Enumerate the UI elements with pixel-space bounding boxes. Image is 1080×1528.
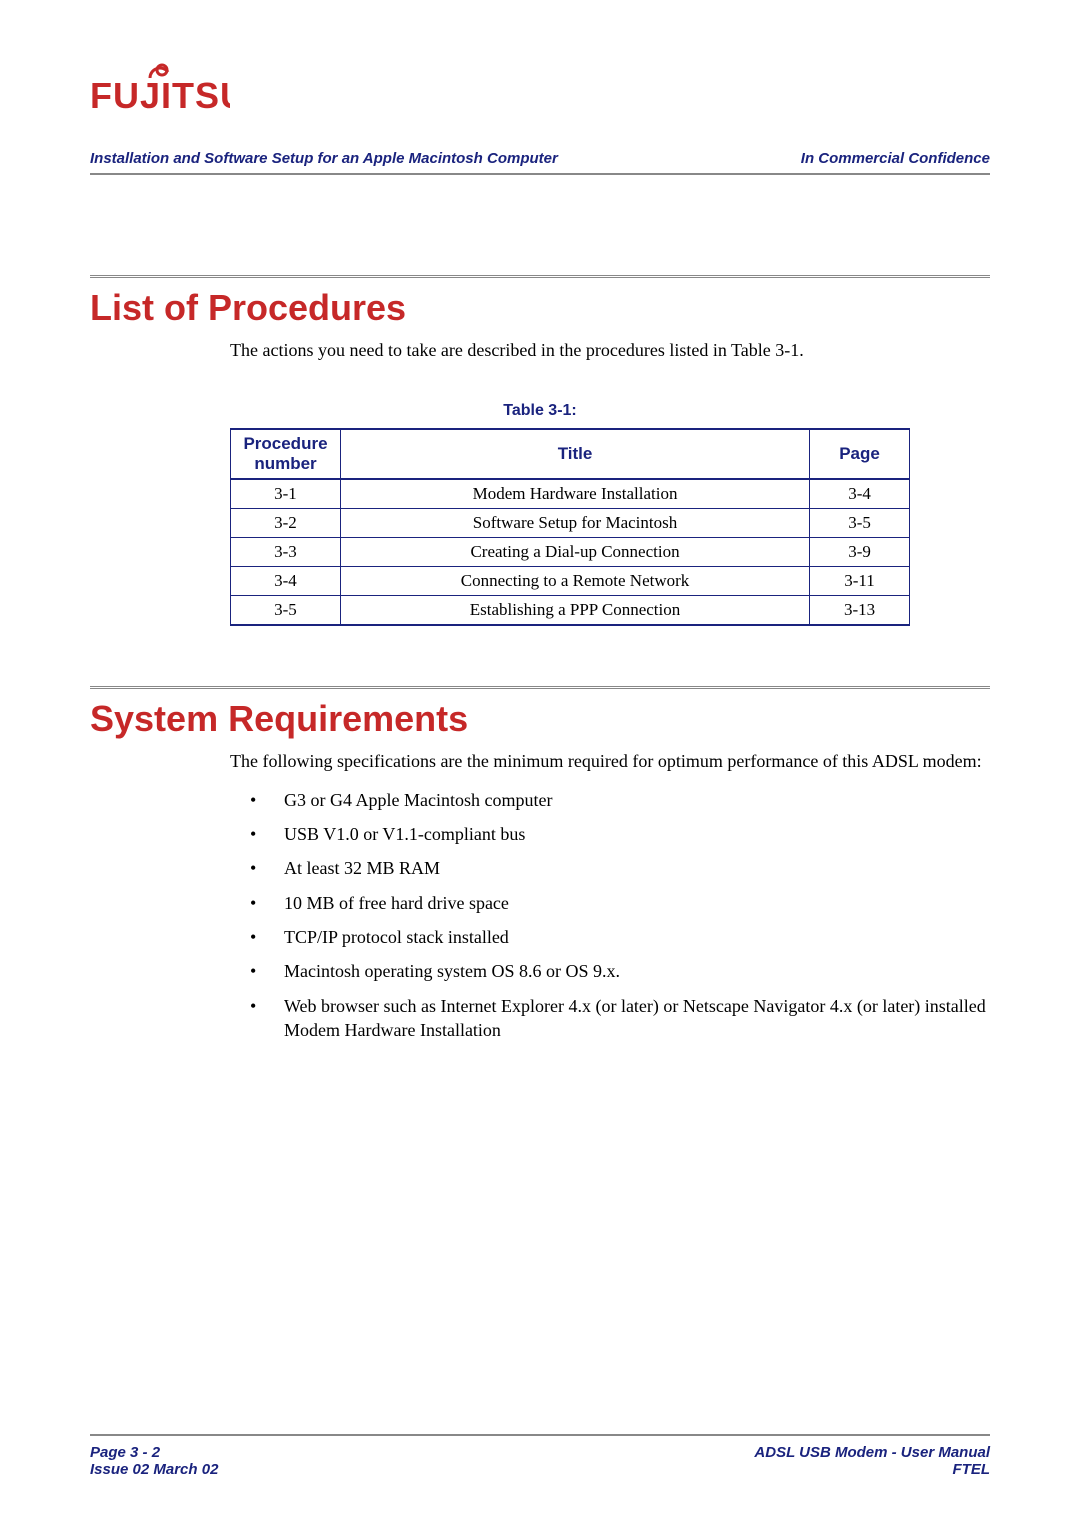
footer-issue: Issue 02 March 02 [90, 1461, 218, 1478]
cell-page: 3-4 [810, 479, 910, 509]
cell-page: 3-11 [810, 567, 910, 596]
table-header-row: Procedure number Title Page [231, 429, 910, 479]
footer-org: FTEL [754, 1461, 990, 1478]
header-right: In Commercial Confidence [801, 150, 990, 167]
col-header-title: Title [340, 429, 809, 479]
procedures-table: Procedure number Title Page 3-1Modem Har… [230, 428, 910, 626]
cell-proc: 3-3 [231, 538, 341, 567]
table-row: 3-5Establishing a PPP Connection3-13 [231, 596, 910, 626]
col-header-procedure: Procedure number [231, 429, 341, 479]
cell-title: Establishing a PPP Connection [340, 596, 809, 626]
section1-intro: The actions you need to take are describ… [230, 339, 990, 362]
footer-doc-title: ADSL USB Modem - User Manual [754, 1444, 990, 1461]
cell-page: 3-9 [810, 538, 910, 567]
svg-text:FUJITSU: FUJITSU [90, 75, 230, 116]
cell-title: Modem Hardware Installation [340, 479, 809, 509]
table-caption: Table 3-1: [90, 402, 990, 420]
footer-rule [90, 1434, 990, 1436]
list-item: G3 or G4 Apple Macintosh computer [250, 788, 990, 812]
cell-page: 3-13 [810, 596, 910, 626]
cell-title: Connecting to a Remote Network [340, 567, 809, 596]
cell-proc: 3-4 [231, 567, 341, 596]
fujitsu-logo: FUJITSU [90, 60, 990, 120]
requirements-list: G3 or G4 Apple Macintosh computer USB V1.… [250, 788, 990, 1042]
table-row: 3-2Software Setup for Macintosh3-5 [231, 509, 910, 538]
heading-system-requirements: System Requirements [90, 698, 990, 740]
cell-page: 3-5 [810, 509, 910, 538]
header-left: Installation and Software Setup for an A… [90, 150, 558, 167]
cell-title: Creating a Dial-up Connection [340, 538, 809, 567]
cell-proc: 3-1 [231, 479, 341, 509]
table-row: 3-1Modem Hardware Installation3-4 [231, 479, 910, 509]
header-rule [90, 173, 990, 175]
cell-proc: 3-2 [231, 509, 341, 538]
list-item: Web browser such as Internet Explorer 4.… [250, 994, 990, 1043]
list-item: TCP/IP protocol stack installed [250, 925, 990, 949]
section2-intro: The following specifications are the min… [230, 750, 990, 773]
section-rule [90, 275, 990, 281]
list-item: USB V1.0 or V1.1-compliant bus [250, 822, 990, 846]
page-footer: Page 3 - 2 Issue 02 March 02 ADSL USB Mo… [90, 1434, 990, 1478]
cell-title: Software Setup for Macintosh [340, 509, 809, 538]
footer-page: Page 3 - 2 [90, 1444, 218, 1461]
heading-list-of-procedures: List of Procedures [90, 287, 990, 329]
cell-proc: 3-5 [231, 596, 341, 626]
list-item: Macintosh operating system OS 8.6 or OS … [250, 959, 990, 983]
col-header-page: Page [810, 429, 910, 479]
list-item: 10 MB of free hard drive space [250, 891, 990, 915]
page-header: Installation and Software Setup for an A… [90, 150, 990, 173]
table-row: 3-3Creating a Dial-up Connection3-9 [231, 538, 910, 567]
table-row: 3-4Connecting to a Remote Network3-11 [231, 567, 910, 596]
list-item: At least 32 MB RAM [250, 856, 990, 880]
section-rule [90, 686, 990, 692]
